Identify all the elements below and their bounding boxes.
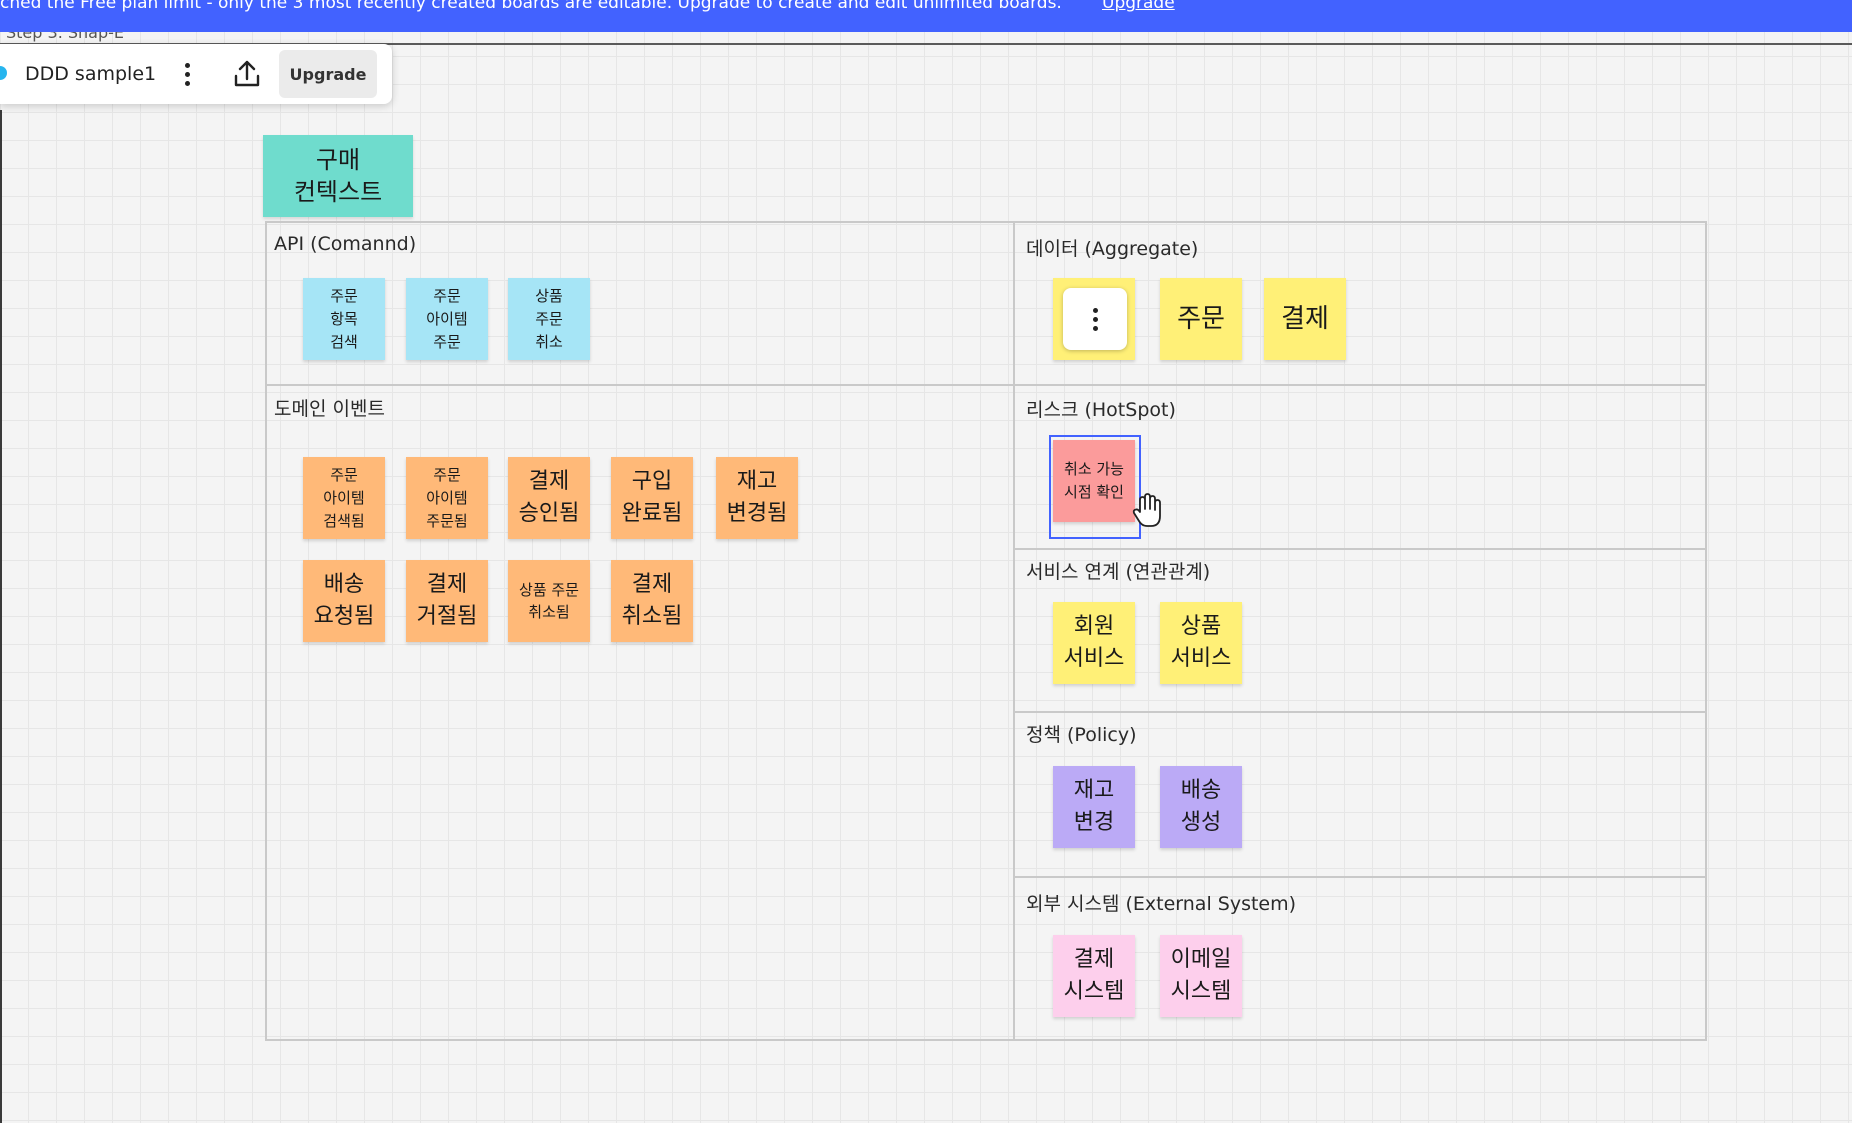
frame-row-divider: [265, 384, 1707, 386]
upgrade-button[interactable]: Upgrade: [279, 50, 377, 98]
plan-limit-banner: ched the Free plan limit - only the 3 mo…: [0, 0, 1852, 32]
service-note[interactable]: 상품 서비스: [1160, 602, 1242, 684]
command-note[interactable]: 주문 아이템 주문: [406, 278, 488, 360]
section-label-hotspot: 리스크 (HotSpot): [1026, 399, 1176, 421]
section-label-domain-events: 도메인 이벤트: [274, 398, 385, 420]
section-label-policy: 정책 (Policy): [1026, 724, 1137, 746]
frame-row-divider: [1013, 548, 1707, 550]
domain-event-note[interactable]: 결제 취소됨: [611, 560, 693, 642]
external-system-note[interactable]: 이메일 시스템: [1160, 935, 1242, 1017]
policy-note[interactable]: 배송 생성: [1160, 766, 1242, 848]
board-status-dot: [0, 66, 7, 80]
aggregate-note[interactable]: 주문: [1160, 278, 1242, 360]
aggregate-note[interactable]: 결제: [1264, 278, 1346, 360]
export-icon[interactable]: [230, 57, 264, 91]
command-note[interactable]: 주문 항목 검색: [303, 278, 385, 360]
external-system-note[interactable]: 결제 시스템: [1053, 935, 1135, 1017]
note-more-menu-icon[interactable]: [1063, 288, 1127, 350]
domain-event-note[interactable]: 배송 요청됨: [303, 560, 385, 642]
canvas-edge-line: [0, 110, 2, 1123]
command-note[interactable]: 상품 주문 취소: [508, 278, 590, 360]
policy-note[interactable]: 재고 변경: [1053, 766, 1135, 848]
section-label-services: 서비스 연계 (연관관계): [1026, 561, 1211, 583]
frame-row-divider: [1013, 711, 1707, 713]
banner-upgrade-link[interactable]: Upgrade: [1102, 0, 1175, 12]
service-note[interactable]: 회원 서비스: [1053, 602, 1135, 684]
banner-message: ched the Free plan limit - only the 3 mo…: [0, 0, 1062, 13]
domain-event-note[interactable]: 재고 변경됨: [716, 457, 798, 539]
frame-row-divider: [1013, 876, 1707, 878]
section-label-aggregate: 데이터 (Aggregate): [1026, 238, 1199, 260]
board-toolbar: DDD sample1 Upgrade: [0, 44, 392, 104]
frame-column-divider: [1013, 221, 1015, 1041]
board-name[interactable]: DDD sample1: [25, 63, 156, 85]
breadcrumb: Step 3. Snap-E: [6, 32, 125, 42]
domain-event-note[interactable]: 상품 주문 취소됨: [508, 560, 590, 642]
domain-event-note[interactable]: 결제 승인됨: [508, 457, 590, 539]
domain-event-note[interactable]: 결제 거절됨: [406, 560, 488, 642]
section-label-external: 외부 시스템 (External System): [1026, 893, 1297, 915]
domain-event-note[interactable]: 구입 완료됨: [611, 457, 693, 539]
hotspot-note[interactable]: 취소 가능 시점 확인: [1053, 440, 1135, 522]
section-label-api: API (Comannd): [274, 233, 417, 255]
domain-event-note[interactable]: 주문 아이템 주문됨: [406, 457, 488, 539]
more-vertical-icon[interactable]: [176, 58, 198, 90]
domain-event-note[interactable]: 주문 아이템 검색됨: [303, 457, 385, 539]
context-sticky-note[interactable]: 구매 컨텍스트: [263, 135, 413, 217]
